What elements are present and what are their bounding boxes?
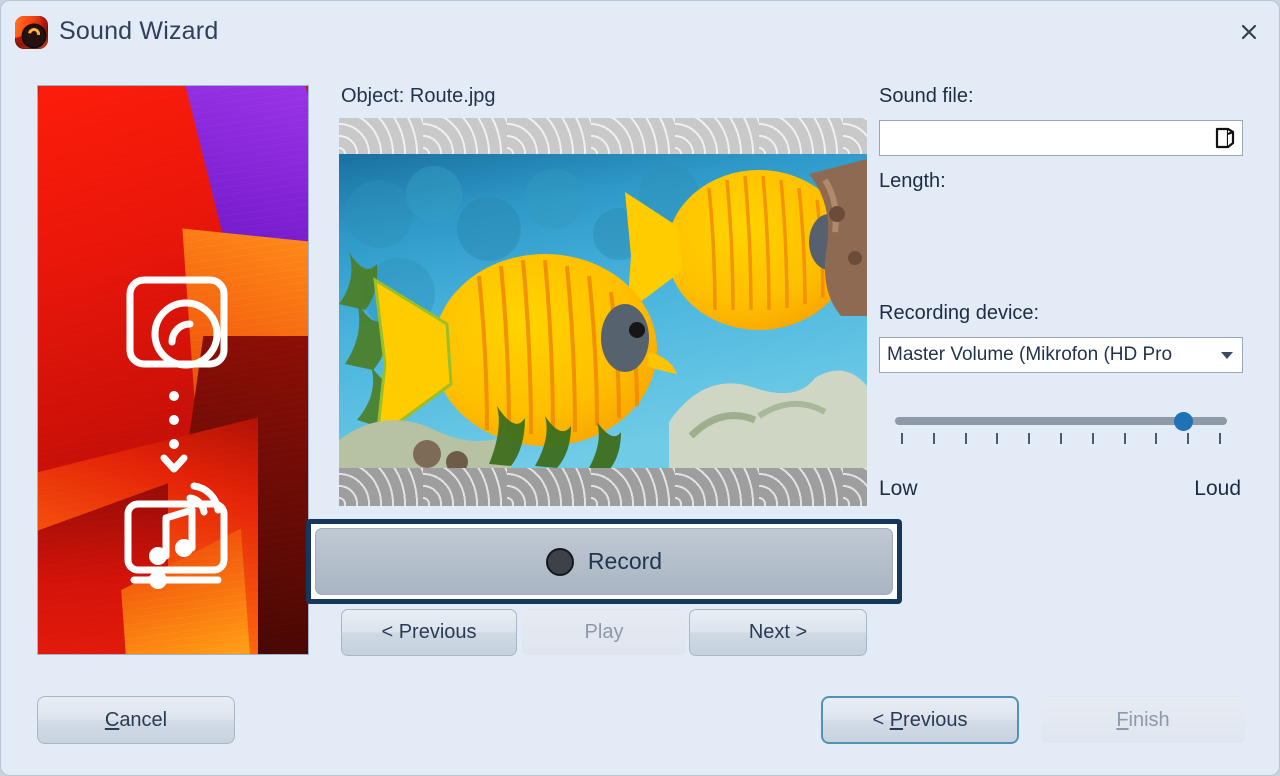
letterbox-top bbox=[339, 118, 867, 154]
wizard-previous-button-label: < Previous bbox=[872, 708, 968, 731]
preview-next-button[interactable]: Next > bbox=[689, 609, 867, 656]
preview-photo bbox=[339, 154, 867, 468]
cancel-button-label: Cancel bbox=[104, 708, 168, 731]
slider-ticks bbox=[895, 433, 1227, 445]
slider-tick bbox=[1091, 433, 1094, 444]
image-preview bbox=[339, 118, 867, 506]
open-folder-icon bbox=[1215, 127, 1235, 149]
recording-volume-slider[interactable] bbox=[895, 411, 1227, 447]
letterbox-bottom bbox=[339, 468, 867, 506]
title-bar: Sound Wizard bbox=[1, 1, 1279, 63]
recording-device-label: Recording device: bbox=[879, 302, 1040, 324]
slider-tick bbox=[1155, 433, 1158, 444]
record-button-label: Record bbox=[587, 548, 663, 574]
record-button-focus-ring: Record bbox=[306, 519, 902, 604]
slider-tick bbox=[1219, 433, 1221, 444]
sound-wizard-icon bbox=[15, 16, 48, 49]
chevron-down-icon bbox=[1212, 351, 1242, 360]
slider-tick bbox=[1060, 433, 1062, 444]
sound-file-label: Sound file: bbox=[879, 85, 974, 107]
slider-tick bbox=[901, 433, 903, 444]
slider-tick bbox=[996, 433, 999, 444]
wizard-previous-button[interactable]: < Previous bbox=[821, 696, 1019, 744]
sound-file-input[interactable] bbox=[880, 121, 1208, 155]
close-button[interactable] bbox=[1231, 14, 1267, 50]
object-label: Object: Route.jpg bbox=[341, 85, 496, 107]
slider-tick bbox=[1028, 433, 1031, 444]
slider-tick bbox=[1123, 433, 1126, 444]
window-title: Sound Wizard bbox=[59, 17, 219, 45]
recording-device-value: Master Volume (Mikrofon (HD Pro bbox=[887, 344, 1173, 365]
volume-loud-label: Loud bbox=[1194, 477, 1241, 500]
dotted-arrow-down-icon bbox=[160, 391, 188, 473]
slider-tick bbox=[964, 433, 967, 444]
sound-file-field[interactable] bbox=[879, 120, 1243, 156]
browse-button[interactable] bbox=[1208, 121, 1242, 155]
finish-button-label: Finish bbox=[1116, 708, 1170, 731]
finish-button[interactable]: Finish bbox=[1041, 696, 1245, 744]
recording-device-select[interactable]: Master Volume (Mikrofon (HD Pro bbox=[879, 337, 1243, 373]
close-icon bbox=[1241, 24, 1257, 40]
wizard-banner bbox=[37, 85, 309, 655]
record-button[interactable]: Record bbox=[315, 528, 893, 595]
play-button[interactable]: Play bbox=[522, 609, 686, 656]
preview-previous-button[interactable]: < Previous bbox=[341, 609, 517, 656]
cancel-button[interactable]: Cancel bbox=[37, 696, 235, 744]
music-cast-slider-icon bbox=[124, 482, 228, 589]
slider-tick bbox=[1187, 433, 1190, 444]
volume-low-label: Low bbox=[879, 477, 918, 500]
record-dot-icon bbox=[545, 547, 574, 576]
slider-thumb[interactable] bbox=[1174, 412, 1194, 431]
banner-icon-group bbox=[124, 276, 228, 589]
slider-tick bbox=[932, 433, 935, 444]
length-label: Length: bbox=[879, 170, 946, 192]
image-frame-icon bbox=[126, 276, 228, 369]
sound-wizard-window: Sound Wizard Object: Route.jpg Record < … bbox=[0, 0, 1280, 776]
butterflyfish-photo bbox=[339, 154, 867, 468]
